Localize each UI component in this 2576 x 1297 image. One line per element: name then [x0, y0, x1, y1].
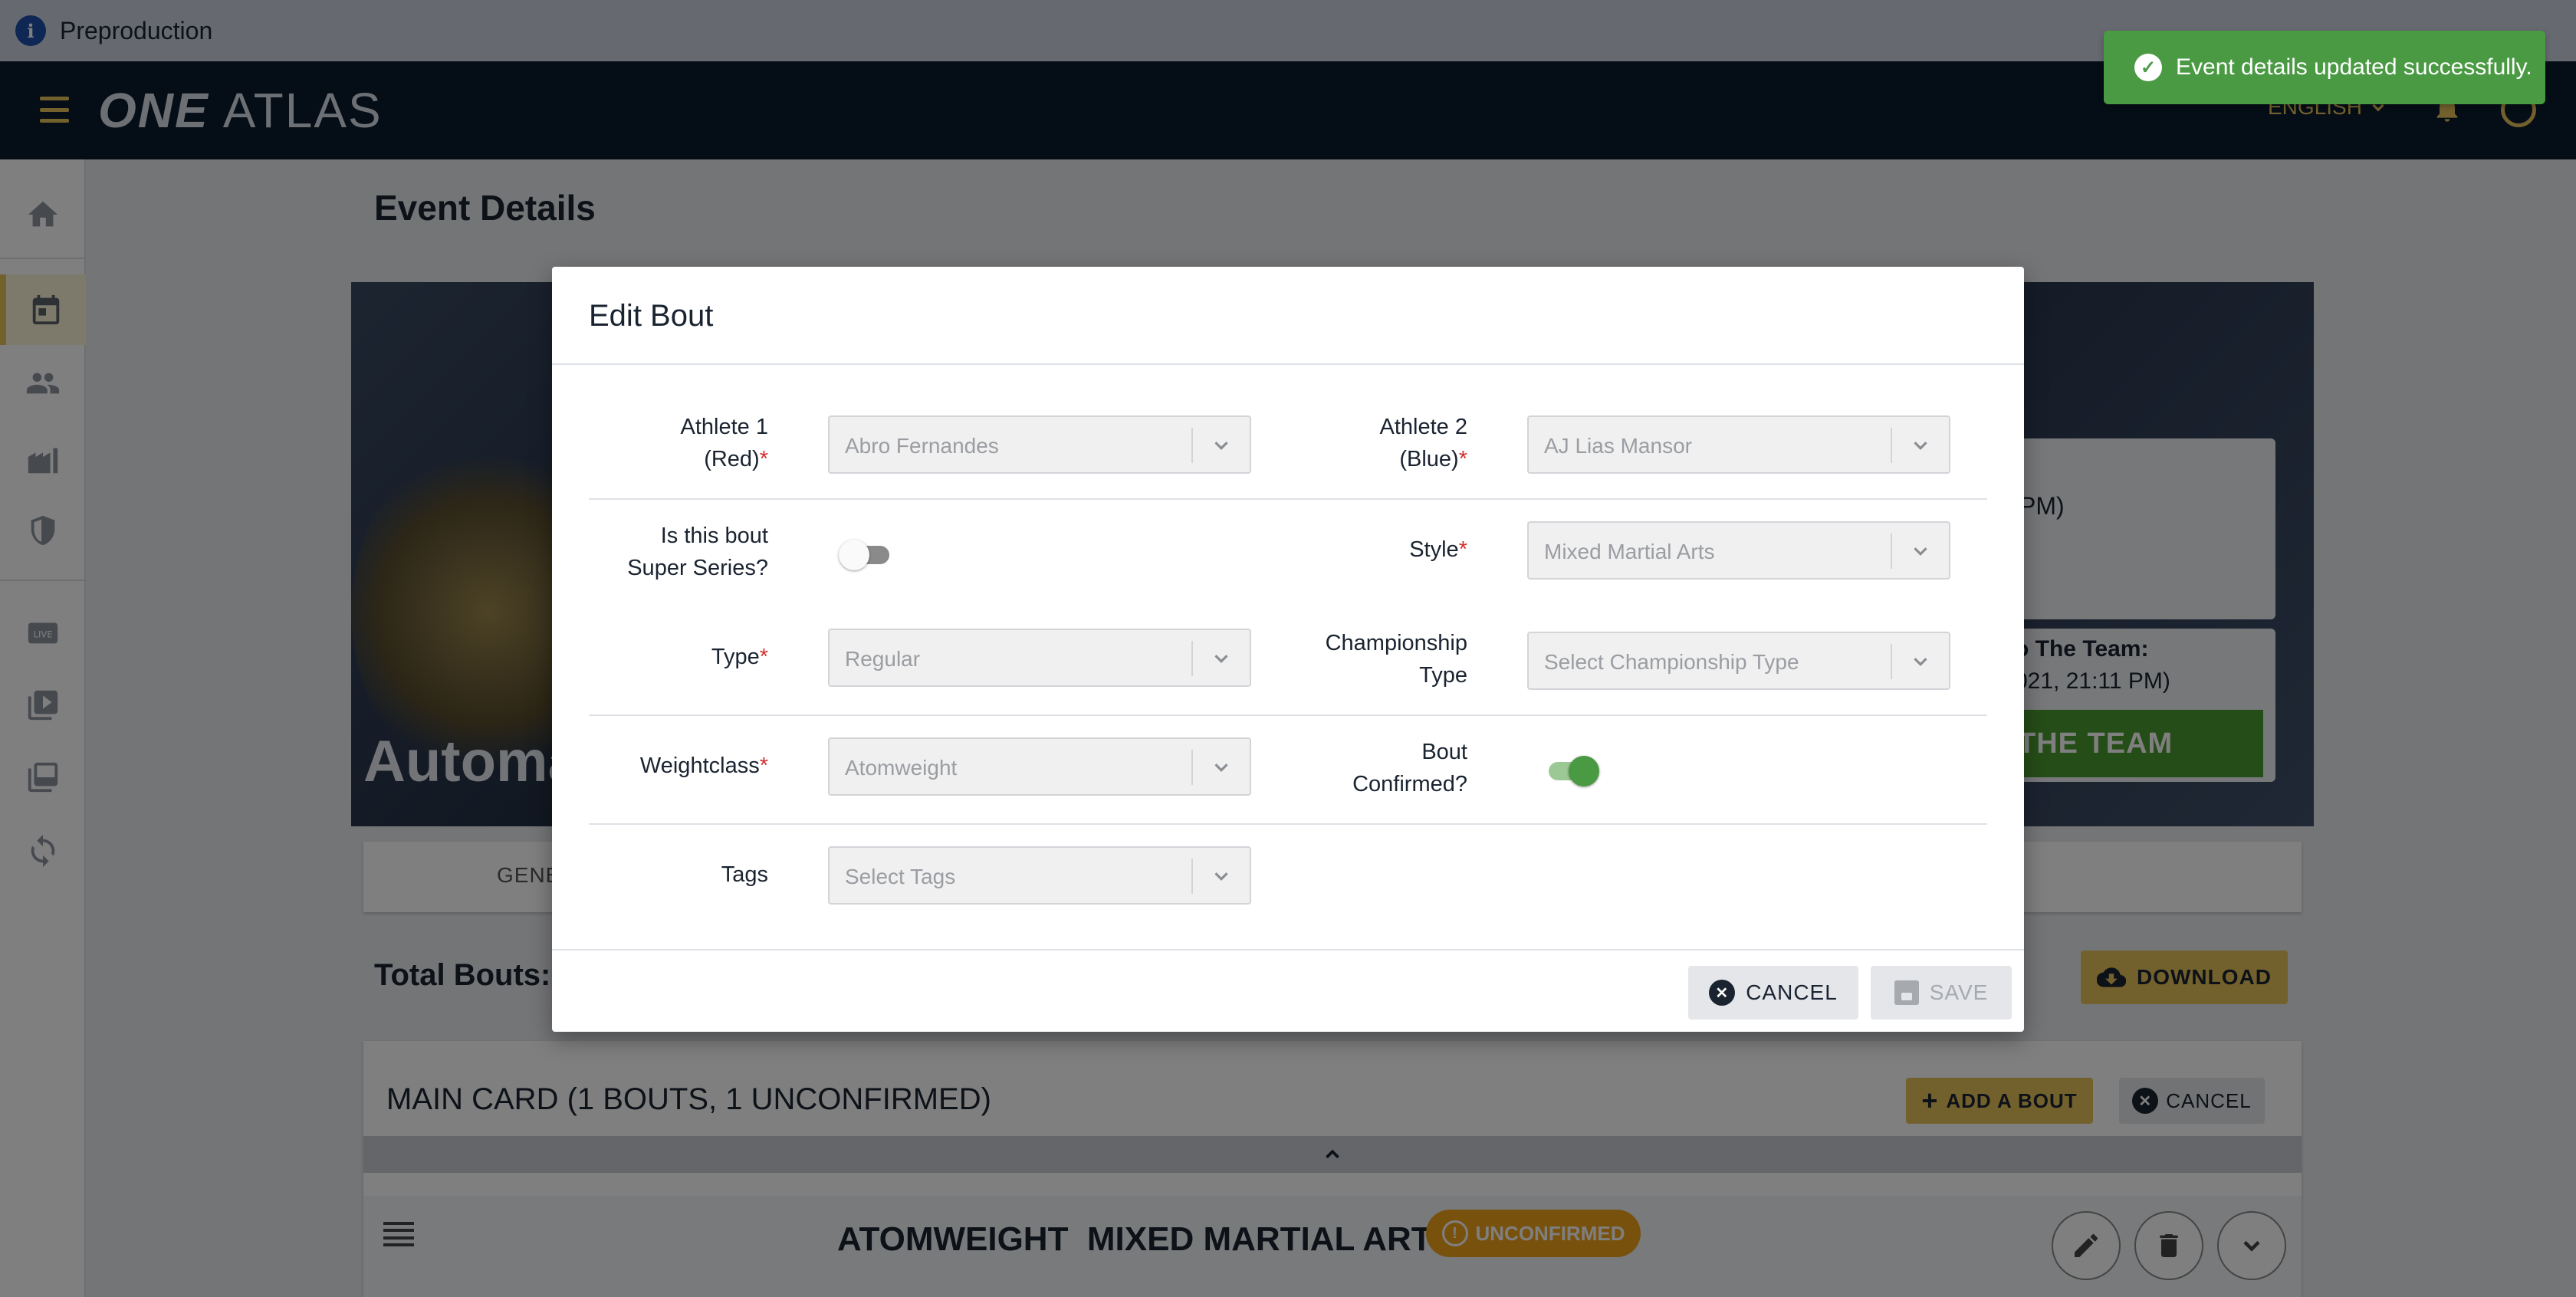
- dialog-title: Edit Bout: [589, 299, 714, 333]
- weightclass-label: Weightclass*: [639, 754, 768, 778]
- super-series-toggle[interactable]: [839, 538, 894, 570]
- super-series-label: Is this bout Super Series?: [589, 520, 768, 584]
- athlete2-label: Athlete 2 (Blue)*: [1288, 411, 1467, 475]
- athlete1-value: Abro Fernandes: [845, 434, 999, 458]
- edit-bout-dialog: Edit Bout Athlete 1 (Red)* Abro Fernande…: [552, 267, 2024, 1032]
- dialog-header: Edit Bout: [552, 267, 2024, 365]
- bout-confirmed-label-line2: Confirmed?: [1352, 772, 1467, 796]
- athlete2-label-line2: (Blue)*: [1399, 447, 1467, 471]
- athlete1-label-text: (Red): [704, 447, 760, 471]
- tags-label: Tags: [721, 862, 768, 887]
- championship-type-placeholder: Select Championship Type: [1544, 650, 1799, 674]
- athlete1-label-line1: Athlete 1: [680, 415, 768, 439]
- type-select[interactable]: Regular: [828, 629, 1251, 687]
- bout-confirmed-label-line1: Bout: [1421, 740, 1467, 764]
- type-label: Type*: [711, 645, 768, 669]
- chevron-down-icon: [1214, 442, 1228, 450]
- chevron-down-icon: [1914, 547, 1927, 556]
- weightclass-select[interactable]: Atomweight: [828, 737, 1251, 796]
- athlete1-select[interactable]: Abro Fernandes: [828, 415, 1251, 474]
- weightclass-value: Atomweight: [845, 756, 958, 780]
- championship-type-label: Championship Type: [1288, 627, 1467, 691]
- style-label: Style*: [1409, 537, 1467, 562]
- success-toast: ✓ Event details updated successfully.: [2104, 31, 2545, 104]
- championship-label-line2: Type: [1419, 663, 1467, 688]
- tags-select[interactable]: Select Tags: [828, 846, 1251, 905]
- save-label: SAVE: [1929, 980, 1989, 1004]
- chevron-down-icon: [1214, 763, 1228, 772]
- athlete2-label-text: (Blue): [1399, 447, 1459, 471]
- athlete2-value: AJ Lias Mansor: [1544, 434, 1692, 458]
- dialog-footer-divider: [552, 949, 2024, 951]
- super-series-label-line2: Super Series?: [627, 556, 768, 580]
- cancel-button[interactable]: ✕ CANCEL: [1688, 966, 1858, 1020]
- toast-message: Event details updated successfully.: [2176, 54, 2532, 80]
- chevron-down-icon: [1914, 658, 1927, 666]
- bout-confirmed-label: Bout Confirmed?: [1288, 736, 1467, 800]
- chevron-down-icon: [1214, 872, 1228, 881]
- bout-confirmed-toggle[interactable]: [1544, 754, 1599, 786]
- style-select[interactable]: Mixed Martial Arts: [1527, 521, 1950, 580]
- style-label-text: Style: [1409, 537, 1459, 562]
- save-icon: [1894, 980, 1919, 1005]
- athlete2-label-line1: Athlete 2: [1379, 415, 1467, 439]
- style-value: Mixed Martial Arts: [1544, 540, 1715, 563]
- chevron-down-icon: [1914, 442, 1927, 450]
- athlete1-label-line2: (Red)*: [704, 447, 768, 471]
- cancel-circle-icon: ✕: [1709, 980, 1736, 1006]
- row-divider: [589, 714, 1987, 716]
- cancel-label: CANCEL: [1746, 980, 1838, 1004]
- check-circle-icon: ✓: [2134, 54, 2162, 81]
- super-series-label-line1: Is this bout: [660, 524, 768, 548]
- chevron-down-icon: [1214, 655, 1228, 663]
- championship-label-line1: Championship: [1325, 631, 1467, 655]
- tags-placeholder: Select Tags: [845, 865, 956, 888]
- row-divider: [589, 498, 1987, 500]
- athlete2-select[interactable]: AJ Lias Mansor: [1527, 415, 1950, 474]
- athlete1-label: Athlete 1 (Red)*: [589, 411, 768, 475]
- type-value: Regular: [845, 647, 921, 671]
- save-button[interactable]: SAVE: [1871, 966, 2012, 1020]
- type-label-text: Type: [711, 645, 760, 669]
- weightclass-label-text: Weightclass: [639, 754, 760, 778]
- championship-type-select[interactable]: Select Championship Type: [1527, 632, 1950, 690]
- row-divider: [589, 823, 1987, 825]
